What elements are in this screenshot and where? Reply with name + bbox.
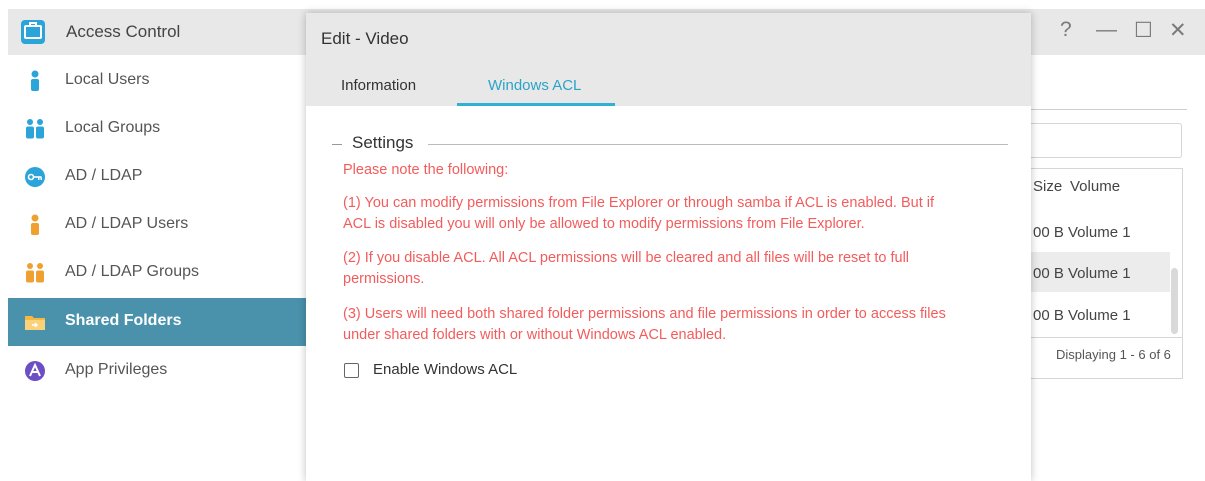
sidebar-item-label: Local Users	[65, 71, 150, 88]
note-line: ACL is disabled you will only be allowed…	[343, 216, 865, 232]
note-2: (2) If you disable ACL. All ACL permissi…	[343, 248, 1003, 290]
note-line: permissions.	[343, 271, 425, 287]
sidebar-item-label: App Privileges	[65, 361, 168, 378]
note-1: (1) You can modify permissions from File…	[343, 193, 1003, 235]
settings-legend: Settings	[352, 133, 414, 152]
dialog-title: Edit - Video	[321, 29, 409, 48]
note-line: (3) Users will need both shared folder p…	[343, 306, 946, 322]
help-icon[interactable]: ?	[1060, 18, 1072, 42]
fieldset-border	[428, 144, 1008, 145]
tab-windows-acl[interactable]: Windows ACL	[488, 77, 581, 94]
note-line: (1) You can modify permissions from File…	[343, 195, 935, 211]
note-heading: Please note the following:	[343, 162, 509, 178]
sidebar-item-app-privileges[interactable]: App Privileges	[8, 347, 306, 395]
column-header-size[interactable]: Size	[1033, 178, 1062, 195]
sidebar-item-label: AD / LDAP Users	[65, 215, 189, 232]
minimize-icon[interactable]: —	[1096, 18, 1117, 42]
user-icon	[31, 70, 39, 91]
column-header-volume[interactable]: Volume	[1070, 178, 1120, 195]
table-cell-size: 00 B	[1033, 265, 1064, 282]
enable-windows-acl-checkbox[interactable]	[344, 363, 359, 378]
active-tab-indicator	[457, 103, 615, 106]
close-icon[interactable]: ✕	[1169, 18, 1187, 43]
table-cell-volume: Volume 1	[1068, 265, 1131, 282]
note-3: (3) Users will need both shared folder p…	[343, 304, 1003, 346]
search-input[interactable]	[1030, 123, 1182, 158]
sidebar-item-ad-ldap[interactable]: AD / LDAP	[8, 153, 306, 201]
table-cell-size: 00 B	[1033, 224, 1064, 241]
sidebar-item-label: Local Groups	[65, 119, 161, 136]
enable-windows-acl-label[interactable]: Enable Windows ACL	[373, 361, 517, 378]
table-cell-size: 00 B	[1033, 307, 1064, 324]
maximize-icon[interactable]: ☐	[1134, 18, 1153, 43]
user-icon	[31, 214, 39, 235]
group-icon	[26, 263, 44, 283]
sidebar-item-label: AD / LDAP	[65, 167, 143, 184]
app-icon	[25, 361, 45, 381]
sidebar-item-shared-folders[interactable]: Shared Folders	[8, 298, 306, 346]
sidebar-item-label: Shared Folders	[65, 312, 182, 329]
tab-information[interactable]: Information	[341, 77, 416, 94]
fieldset-border	[332, 144, 342, 145]
edit-dialog: Edit - Video Information Windows ACL Set…	[306, 13, 1031, 481]
sidebar: Local Users Local Groups AD / LDAP AD / …	[8, 55, 306, 481]
key-icon	[25, 167, 45, 187]
pagination-status: Displaying 1 - 6 of 6	[1056, 347, 1171, 362]
table-footer-divider	[1030, 337, 1182, 338]
sidebar-item-ad-ldap-groups[interactable]: AD / LDAP Groups	[8, 249, 306, 297]
note-line: under shared folders with or without Win…	[343, 327, 727, 343]
sidebar-item-ad-ldap-users[interactable]: AD / LDAP Users	[8, 201, 306, 249]
app-title: Access Control	[66, 22, 181, 41]
sidebar-item-label: AD / LDAP Groups	[65, 263, 199, 280]
access-control-icon	[21, 20, 45, 44]
table-cell-volume: Volume 1	[1068, 307, 1131, 324]
dialog-header: Edit - Video Information Windows ACL	[306, 13, 1031, 106]
table-cell-volume: Volume 1	[1068, 224, 1131, 241]
sidebar-item-local-groups[interactable]: Local Groups	[8, 105, 306, 153]
toolbar-divider	[1030, 109, 1187, 110]
folder-icon	[25, 316, 45, 330]
table-scrollbar[interactable]	[1171, 268, 1178, 334]
note-line: (2) If you disable ACL. All ACL permissi…	[343, 250, 910, 266]
sidebar-item-local-users[interactable]: Local Users	[8, 57, 306, 105]
group-icon	[26, 119, 44, 139]
